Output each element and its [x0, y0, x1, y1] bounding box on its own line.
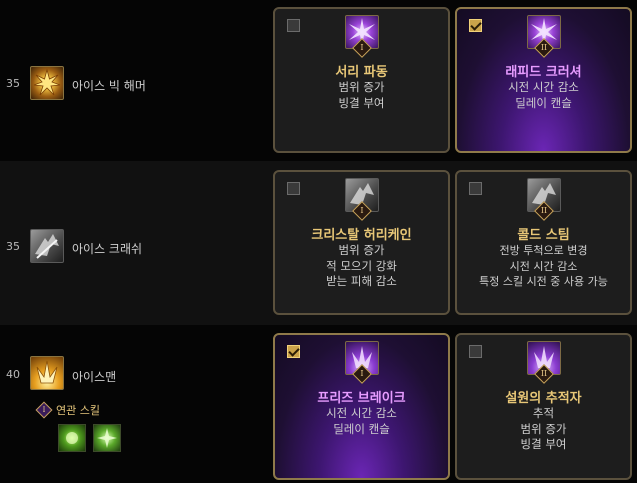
- roman-numeral-badge: I: [35, 401, 53, 419]
- tripod-description: 시전 시간 감소 딜레이 캔슬: [326, 406, 397, 436]
- skill-level: 35: [6, 240, 20, 253]
- tripod-card-frost-wave[interactable]: I 서리 파동 범위 증가 빙결 부여: [273, 7, 450, 153]
- tripod-title: 설원의 추적자: [505, 391, 582, 406]
- tripod-card-cold-steam[interactable]: II 콜드 스팀 전방 투척으로 변경 시전 시간 감소 특정 스킬 시전 중 …: [455, 170, 632, 315]
- tripod-card-snowfield-tracker[interactable]: II 설원의 추적자 추적 범위 증가 빙결 부여: [455, 333, 632, 480]
- related-skills-label: I 연관 스킬: [35, 401, 100, 419]
- tripod-checkbox[interactable]: [287, 19, 300, 32]
- ice-crash-icon[interactable]: [30, 229, 64, 263]
- skill-name: 아이스맨: [72, 370, 117, 384]
- tripod-title: 크리스탈 허리케인: [311, 228, 412, 243]
- skill-level: 35: [6, 77, 20, 90]
- tripod-checkbox[interactable]: [469, 345, 482, 358]
- tripod-description: 범위 증가 빙결 부여: [338, 80, 385, 110]
- tripod-description: 추적 범위 증가 빙결 부여: [520, 406, 567, 451]
- tripod-checkbox-checked[interactable]: [287, 345, 300, 358]
- tripod-title: 서리 파동: [335, 65, 388, 80]
- tripod-description: 범위 증가 적 모으기 강화 받는 피해 감소: [326, 243, 397, 288]
- tripod-title: 래피드 크러셔: [505, 65, 582, 80]
- related-skill-green-burst-icon[interactable]: [58, 424, 86, 452]
- tripod-card-crystal-hurricane[interactable]: I 크리스탈 허리케인 범위 증가 적 모으기 강화 받는 피해 감소: [273, 170, 450, 315]
- iceman-icon[interactable]: [30, 356, 64, 390]
- tripod-checkbox[interactable]: [469, 182, 482, 195]
- skill-level: 40: [6, 368, 20, 381]
- tripod-title: 프리즈 브레이크: [317, 391, 406, 406]
- skill-name: 아이스 빅 해머: [72, 79, 146, 93]
- related-skill-green-star-icon[interactable]: [93, 424, 121, 452]
- tripod-checkbox-checked[interactable]: [469, 19, 482, 32]
- tripod-card-freeze-break[interactable]: I 프리즈 브레이크 시전 시간 감소 딜레이 캔슬: [273, 333, 450, 480]
- tripod-description: 전방 투척으로 변경 시전 시간 감소 특정 스킬 시전 중 사용 가능: [479, 244, 608, 288]
- tripod-card-rapid-crusher[interactable]: II 래피드 크러셔 시전 시간 감소 딜레이 캔슬: [455, 7, 632, 153]
- tripod-checkbox[interactable]: [287, 182, 300, 195]
- ice-big-hammer-icon[interactable]: [30, 66, 64, 100]
- tripod-title: 콜드 스팀: [517, 228, 570, 243]
- tripod-description: 시전 시간 감소 딜레이 캔슬: [508, 80, 579, 110]
- skill-name: 아이스 크래쉬: [72, 242, 143, 256]
